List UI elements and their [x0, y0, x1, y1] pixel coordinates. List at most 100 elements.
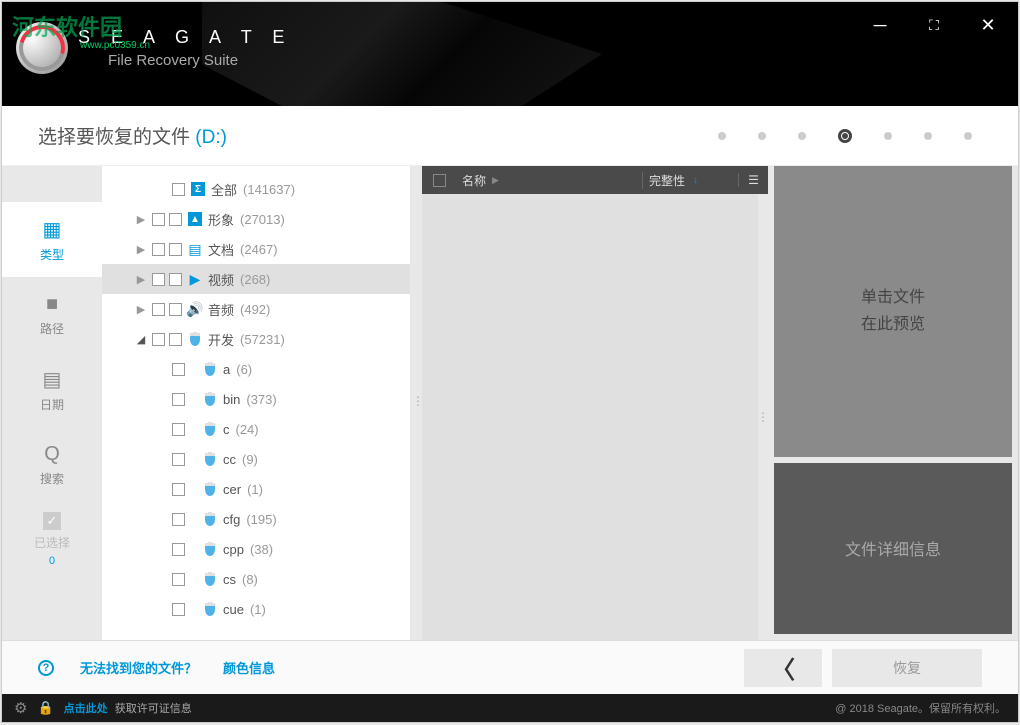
flask-icon — [203, 542, 217, 556]
tree-row-video[interactable]: ▶ ▶ 视频 (268) — [102, 264, 410, 294]
column-name[interactable]: 名称 ▶ — [456, 172, 642, 189]
watermark-url: www.pc0359.cn — [80, 40, 150, 51]
tree-row-all[interactable]: Σ 全部 (141637) — [102, 174, 410, 204]
checkbox[interactable] — [172, 393, 185, 406]
settings-icon[interactable]: ⚙ — [14, 699, 27, 717]
sidebar-tab-search[interactable]: Q 搜索 — [2, 427, 102, 502]
checkbox[interactable] — [169, 273, 182, 286]
checkbox[interactable] — [172, 573, 185, 586]
title-bar: 河东软件园 www.pc0359.cn S E A G A T E File R… — [2, 2, 1018, 106]
page-title: 选择要恢复的文件 (D:) — [38, 122, 227, 149]
step-7[interactable] — [964, 132, 972, 140]
preview-panel: 单击文件 在此预览 — [774, 166, 1012, 457]
step-3[interactable] — [798, 132, 806, 140]
checkbox[interactable] — [172, 513, 185, 526]
tree-row-child[interactable]: cs (8) — [102, 564, 410, 594]
checkbox[interactable] — [172, 423, 185, 436]
expand-icon[interactable]: ▶ — [134, 243, 148, 256]
back-button[interactable]: 〈 — [744, 649, 822, 687]
tree-row-dev[interactable]: ◢ 开发 (57231) — [102, 324, 410, 354]
tree-row-doc[interactable]: ▶ ▤ 文档 (2467) — [102, 234, 410, 264]
select-all-checkbox[interactable] — [422, 174, 456, 187]
tree-row-child[interactable]: c (24) — [102, 414, 410, 444]
tree-label: 音频 — [208, 300, 234, 319]
tree-row-child[interactable]: cue (1) — [102, 594, 410, 624]
flask-icon — [203, 602, 217, 616]
tree-label: cc — [223, 452, 236, 467]
list-header: 名称 ▶ 完整性 ↓ ☰ — [422, 166, 768, 194]
sidebar-tab-date[interactable]: ▤ 日期 — [2, 352, 102, 427]
expand-icon[interactable]: ▶ — [134, 303, 148, 316]
tree-label: cpp — [223, 542, 244, 557]
step-5[interactable] — [884, 132, 892, 140]
lock-icon[interactable]: 🔒 — [37, 700, 53, 716]
tree-row-child[interactable]: bin (373) — [102, 384, 410, 414]
checkbox[interactable] — [152, 333, 165, 346]
flask-icon — [203, 482, 217, 496]
step-2[interactable] — [758, 132, 766, 140]
preview-hint-line2: 在此预览 — [861, 311, 925, 338]
grid-icon: ▦ — [43, 217, 62, 242]
close-button[interactable]: ✕ — [970, 10, 1006, 40]
expand-icon[interactable]: ▶ — [134, 213, 148, 226]
checkbox[interactable] — [152, 243, 165, 256]
tree-row-audio[interactable]: ▶ 🔊 音频 (492) — [102, 294, 410, 324]
checkbox[interactable] — [169, 243, 182, 256]
drive-letter: (D:) — [195, 127, 227, 148]
footer-toolbar: ? 无法找到您的文件？ 颜色信息 〈 恢复 — [2, 640, 1018, 694]
page-header: 选择要恢复的文件 (D:) — [2, 106, 1018, 166]
calendar-icon: ▤ — [43, 367, 62, 392]
cant-find-link[interactable]: 无法找到您的文件？ — [80, 658, 197, 677]
list-menu-button[interactable]: ☰ — [738, 173, 768, 187]
tree-label: 开发 — [208, 330, 234, 349]
checkbox[interactable] — [152, 303, 165, 316]
checkbox[interactable] — [169, 303, 182, 316]
tree-row-child[interactable]: cer (1) — [102, 474, 410, 504]
search-icon: Q — [44, 443, 60, 466]
recover-button[interactable]: 恢复 — [832, 649, 982, 687]
tree-row-child[interactable]: cc (9) — [102, 444, 410, 474]
file-tree: Σ 全部 (141637) ▶ ▲ 形象 (27013) ▶ ▤ — [102, 166, 410, 640]
click-here-link[interactable]: 点击此处 — [64, 703, 108, 715]
checkbox[interactable] — [172, 483, 185, 496]
checkbox[interactable] — [172, 603, 185, 616]
tree-label: c — [223, 422, 230, 437]
tree-label: 形象 — [208, 210, 234, 229]
collapse-icon[interactable]: ◢ — [134, 333, 148, 346]
chevron-left-icon: 〈 — [771, 650, 795, 685]
status-bar: ⚙ 🔒 点击此处 获取许可证信息 @ 2018 Seagate。保留所有权利。 — [2, 694, 1018, 722]
color-info-link[interactable]: 颜色信息 — [223, 658, 275, 677]
checkbox[interactable] — [169, 333, 182, 346]
checkbox[interactable] — [152, 213, 165, 226]
step-1[interactable] — [718, 132, 726, 140]
tree-row-child[interactable]: cpp (38) — [102, 534, 410, 564]
column-integrity[interactable]: 完整性 ↓ — [642, 172, 738, 189]
tree-row-child[interactable]: cfg (195) — [102, 504, 410, 534]
checkbox[interactable] — [169, 213, 182, 226]
tree-count: (141637) — [243, 182, 295, 197]
tree-label: 文档 — [208, 240, 234, 259]
tree-label: cs — [223, 572, 236, 587]
help-icon[interactable]: ? — [38, 660, 54, 676]
minimize-button[interactable]: ─ — [862, 10, 898, 40]
sidebar-tab-type[interactable]: ▦ 类型 — [2, 202, 102, 277]
flask-icon — [203, 572, 217, 586]
checkbox[interactable] — [172, 183, 185, 196]
checkbox[interactable] — [172, 453, 185, 466]
expand-icon[interactable]: ▶ — [134, 273, 148, 286]
checkbox[interactable] — [152, 273, 165, 286]
checkbox[interactable] — [172, 363, 185, 376]
sidebar-tab-selected[interactable]: ✓ 已选择 0 — [2, 502, 102, 577]
step-4-active[interactable] — [838, 129, 852, 143]
splitter-1[interactable] — [410, 166, 422, 640]
step-6[interactable] — [924, 132, 932, 140]
splitter-2[interactable]: ⋮ — [758, 194, 768, 640]
tree-row-image[interactable]: ▶ ▲ 形象 (27013) — [102, 204, 410, 234]
video-icon: ▶ — [188, 272, 202, 286]
sidebar-tab-label: 类型 — [40, 246, 64, 263]
checkbox[interactable] — [172, 543, 185, 556]
maximize-button[interactable]: ⛶ — [916, 10, 952, 40]
tree-row-child[interactable]: a (6) — [102, 354, 410, 384]
sidebar-tab-path[interactable]: ■ 路径 — [2, 277, 102, 352]
audio-icon: 🔊 — [188, 302, 202, 316]
